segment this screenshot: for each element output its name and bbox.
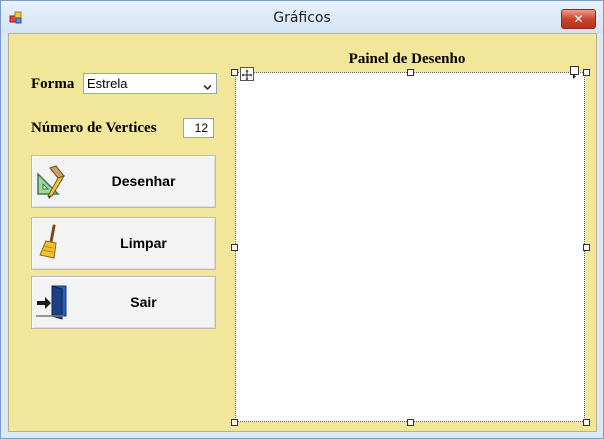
vertices-label: Número de Vertices <box>31 120 157 136</box>
sair-button-label: Sair <box>130 294 157 310</box>
sair-button[interactable]: Sair <box>31 276 216 329</box>
forma-combobox[interactable]: Estrela <box>83 73 217 94</box>
panel-title: Painel de Desenho <box>348 51 466 67</box>
broom-icon <box>34 224 72 262</box>
limpar-button[interactable]: Limpar <box>31 217 216 270</box>
title-bar[interactable]: Gráficos ✕ <box>1 1 603 33</box>
desenhar-button[interactable]: Desenhar <box>31 155 216 208</box>
limpar-button-label: Limpar <box>120 235 167 251</box>
main-window: Gráficos ✕ Forma Estrela Número de Verti… <box>0 0 604 439</box>
drawing-panel[interactable] <box>235 72 585 422</box>
window-title: Gráficos <box>273 10 331 26</box>
form-client-area: Forma Estrela Número de Vertices 12 Dese… <box>8 33 597 432</box>
close-button[interactable]: ✕ <box>561 9 596 29</box>
forma-combobox-value: Estrela <box>87 76 128 91</box>
forma-label: Forma <box>31 76 75 92</box>
resize-handle[interactable] <box>407 69 414 76</box>
resize-handle[interactable] <box>407 419 414 426</box>
resize-handle[interactable] <box>583 69 590 76</box>
drawing-tools-icon <box>34 162 72 200</box>
move-handle-icon[interactable] <box>240 67 254 81</box>
exit-door-icon <box>34 283 72 321</box>
resize-handle[interactable] <box>231 69 238 76</box>
desenhar-button-label: Desenhar <box>111 173 176 189</box>
resize-handle[interactable] <box>231 419 238 426</box>
resize-handle[interactable] <box>583 419 590 426</box>
smart-tag-arrow-icon[interactable] <box>570 66 579 79</box>
resize-handle[interactable] <box>583 244 590 251</box>
vertices-input[interactable]: 12 <box>183 118 214 138</box>
resize-handle[interactable] <box>231 244 238 251</box>
chevron-down-icon[interactable] <box>203 79 212 97</box>
